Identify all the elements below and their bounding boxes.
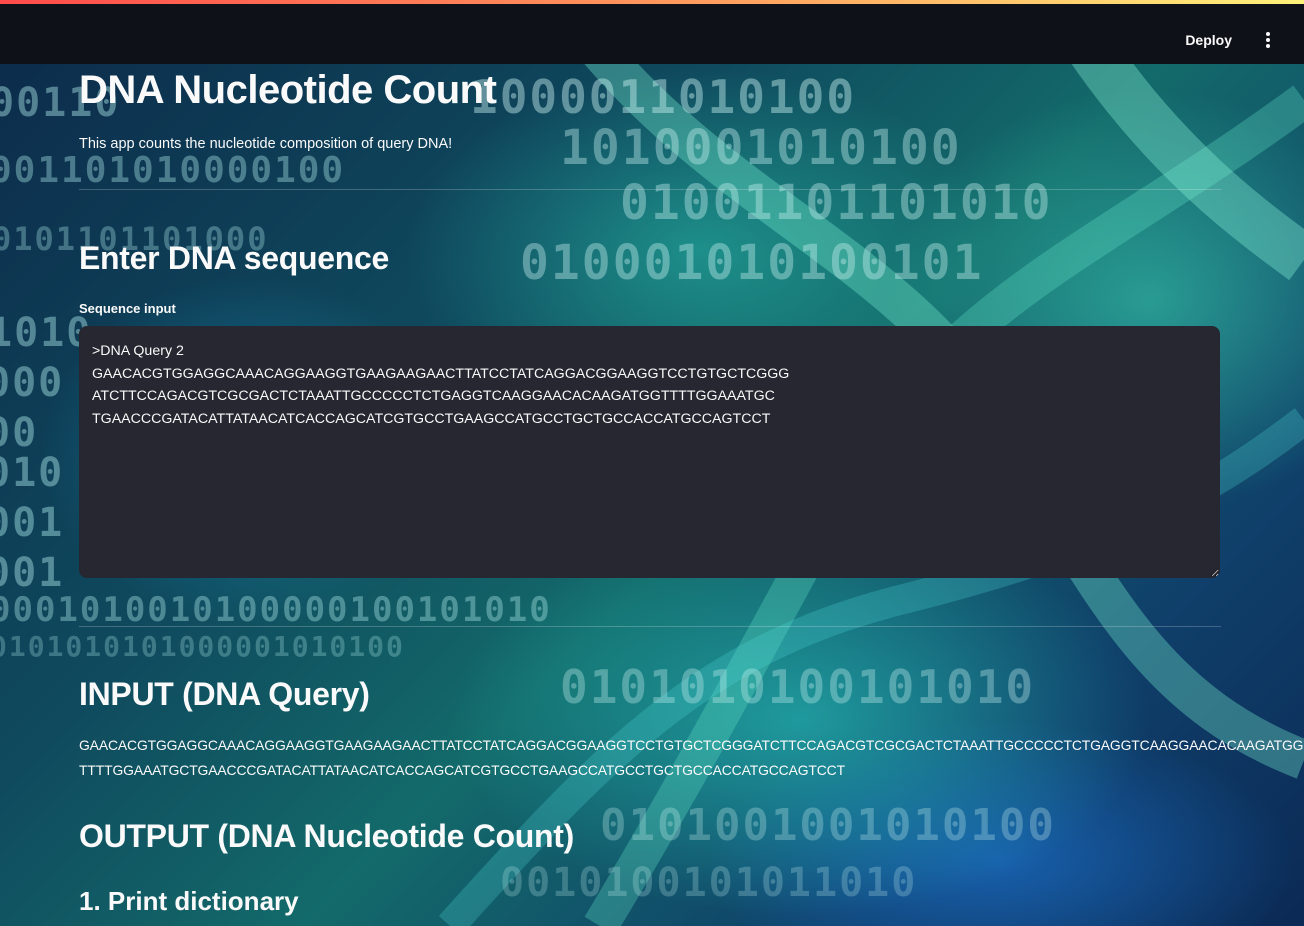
- input-heading: Enter DNA sequence: [79, 240, 389, 276]
- divider: [79, 189, 1221, 190]
- app-header: Deploy: [0, 0, 1304, 64]
- page-title: DNA Nucleotide Count: [79, 68, 497, 112]
- query-heading: INPUT (DNA Query): [79, 676, 370, 712]
- deploy-button[interactable]: Deploy: [1175, 24, 1242, 56]
- divider: [79, 626, 1221, 627]
- more-vertical-icon[interactable]: [1256, 28, 1280, 52]
- query-sequence-line: TTTTGGAAATGCTGAACCCGATACATTATAACATCACCAG…: [79, 762, 845, 778]
- output-heading: OUTPUT (DNA Nucleotide Count): [79, 818, 574, 854]
- query-sequence-line: GAACACGTGGAGGCAAACAGGAAGGTGAAGAAGAACTTAT…: [79, 737, 1304, 753]
- page-subtitle: This app counts the nucleotide compositi…: [79, 136, 453, 152]
- header-accent-stripe: [0, 0, 1304, 4]
- print-dictionary-heading: 1. Print dictionary: [79, 886, 299, 916]
- sequence-input[interactable]: [79, 326, 1220, 578]
- sequence-input-label: Sequence input: [79, 301, 176, 316]
